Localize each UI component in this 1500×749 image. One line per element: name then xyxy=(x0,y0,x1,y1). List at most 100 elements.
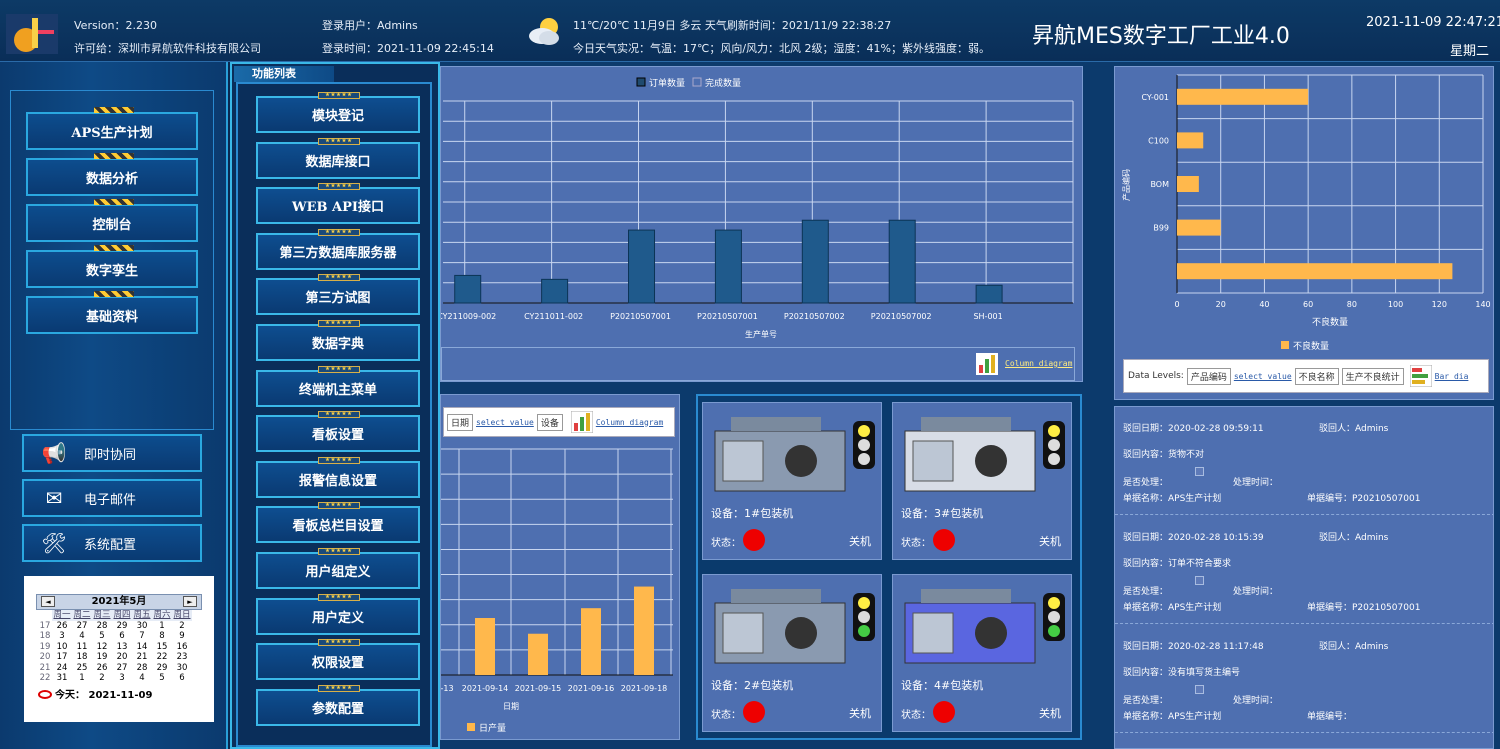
daily-column-diagram-link[interactable]: Column diagram xyxy=(596,418,663,427)
calendar-day[interactable]: 27 xyxy=(112,663,132,674)
email-button[interactable]: ✉ 电子邮件 xyxy=(22,479,202,517)
function-item-button[interactable]: ★★★★★ 用户组定义 xyxy=(256,548,420,589)
calendar-day[interactable]: 8 xyxy=(152,631,172,642)
device-tag[interactable]: 设备 xyxy=(536,413,563,431)
calendar-day[interactable]: 17 xyxy=(52,652,72,663)
calendar-day[interactable]: 15 xyxy=(152,642,172,653)
function-item-button[interactable]: ★★★★★ 终端机主菜单 xyxy=(256,365,420,407)
calendar-day[interactable]: 28 xyxy=(132,663,152,674)
calendar-today[interactable]: 今天： 2021-11-09 xyxy=(38,686,214,701)
calendar-day[interactable]: 7 xyxy=(132,631,152,642)
calendar-day[interactable]: 16 xyxy=(172,642,192,653)
select-value-link[interactable]: select value xyxy=(476,418,534,427)
calendar-day[interactable]: 5 xyxy=(92,631,112,642)
reject-doc-no: 单据编号：P20210507001 xyxy=(1307,494,1421,504)
calendar-day[interactable]: 27 xyxy=(72,621,92,632)
calendar-day[interactable]: 11 xyxy=(72,642,92,653)
function-item-button[interactable]: ★★★★★ 第三方试图 xyxy=(256,274,420,316)
function-item-label: 看板总栏目设置 xyxy=(292,519,384,535)
x-tick-label: 140 xyxy=(1475,300,1490,309)
order-column-diagram-link[interactable]: Column diagram xyxy=(1005,359,1072,368)
instant-collab-button[interactable]: 📢 即时协同 xyxy=(22,434,202,472)
calendar-day[interactable]: 31 xyxy=(52,673,72,684)
calendar-week-number: 18 xyxy=(39,631,51,641)
calendar-day[interactable]: 14 xyxy=(132,642,152,653)
version-label: Version：2.230 xyxy=(74,19,157,32)
menu-data-analysis-button[interactable]: 数据分析 xyxy=(26,153,198,196)
select-value-link[interactable]: select value xyxy=(1234,372,1292,381)
x-tick-label: 80 xyxy=(1347,300,1357,309)
system-config-button[interactable]: 🛠 系统配置 xyxy=(22,524,202,562)
calendar-day[interactable]: 3 xyxy=(112,673,132,684)
function-item-button[interactable]: ★★★★★ 看板总栏目设置 xyxy=(256,502,420,544)
function-item-label: 第三方试图 xyxy=(305,291,371,307)
function-item-button[interactable]: ★★★★★ 数据库接口 xyxy=(256,137,420,179)
calendar-day[interactable]: 29 xyxy=(152,663,172,674)
calendar-day[interactable]: 1 xyxy=(152,621,172,632)
calendar-day[interactable]: 21 xyxy=(132,652,152,663)
calendar-day[interactable]: 25 xyxy=(72,663,92,674)
calendar-day[interactable]: 23 xyxy=(172,652,192,663)
menu-digital-twin-button[interactable]: 数字孪生 xyxy=(26,245,198,288)
envelope-icon: ✉ xyxy=(45,486,63,510)
date-tag[interactable]: 日期 xyxy=(447,413,474,431)
stars-icon: ★★★★★ xyxy=(318,183,360,191)
calendar-day[interactable]: 2 xyxy=(92,673,112,684)
calendar-day[interactable]: 19 xyxy=(92,652,112,663)
calendar-day[interactable]: 22 xyxy=(152,652,172,663)
handled-checkbox[interactable] xyxy=(1195,467,1204,476)
device-card[interactable]: 设备：3#包装机 状态： 关机 xyxy=(892,402,1072,560)
calendar-day[interactable]: 26 xyxy=(92,663,112,674)
calendar-day[interactable]: 10 xyxy=(52,642,72,653)
calendar-day[interactable]: 20 xyxy=(112,652,132,663)
daily-bar xyxy=(528,633,548,675)
calendar-day[interactable]: 6 xyxy=(112,631,132,642)
calendar-day[interactable]: 18 xyxy=(72,652,92,663)
calendar-day[interactable]: 3 xyxy=(52,631,72,642)
calendar-day[interactable]: 4 xyxy=(132,673,152,684)
function-item-button[interactable]: ★★★★★ 权限设置 xyxy=(256,639,420,681)
device-name: 设备：3#包装机 xyxy=(901,507,984,520)
function-item-button[interactable]: ★★★★★ 用户定义 xyxy=(256,593,420,635)
function-item-button[interactable]: ★★★★★ 第三方数据库服务器 xyxy=(256,228,420,270)
calendar-day[interactable]: 2 xyxy=(172,621,192,632)
handled-checkbox[interactable] xyxy=(1195,576,1204,585)
device-card[interactable]: 设备：1#包装机 状态： 关机 xyxy=(702,402,882,560)
column-diagram-icon[interactable] xyxy=(976,353,998,375)
calendar-day[interactable]: 9 xyxy=(172,631,192,642)
calendar-day[interactable]: 28 xyxy=(92,621,112,632)
menu-base-data-button[interactable]: 基础资料 xyxy=(26,291,198,334)
signal-lamp xyxy=(1048,611,1060,623)
bar-diagram-icon[interactable] xyxy=(1409,365,1432,387)
calendar-prev-button[interactable]: ◄ xyxy=(41,596,55,607)
calendar-day[interactable]: 24 xyxy=(52,663,72,674)
bar-diagram-link[interactable]: Bar dia xyxy=(1435,372,1469,381)
calendar-day[interactable]: 26 xyxy=(52,621,72,632)
function-item-button[interactable]: ★★★★★ 看板设置 xyxy=(256,411,420,453)
menu-console-button[interactable]: 控制台 xyxy=(26,199,198,242)
calendar-day[interactable]: 4 xyxy=(72,631,92,642)
handled-checkbox[interactable] xyxy=(1195,685,1204,694)
function-item-button[interactable]: ★★★★★ 数据字典 xyxy=(256,320,420,361)
function-item-button[interactable]: ★★★★★ WEB API接口 xyxy=(256,183,420,225)
calendar-day[interactable]: 30 xyxy=(132,621,152,632)
menu-aps-plan-button[interactable]: APS生产计划 xyxy=(26,107,198,150)
calendar-day[interactable]: 30 xyxy=(172,663,192,674)
defect-name-tag[interactable]: 不良名称 xyxy=(1294,367,1339,385)
calendar-day[interactable]: 29 xyxy=(112,621,132,632)
function-item-button[interactable]: ★★★★★ 模块登记 xyxy=(256,92,420,133)
calendar-day[interactable]: 12 xyxy=(92,642,112,653)
defect-stats-tag[interactable]: 生产不良统计 xyxy=(1341,367,1404,385)
reject-handle-time: 处理时间： xyxy=(1233,587,1279,597)
calendar-day[interactable]: 13 xyxy=(112,642,132,653)
device-card[interactable]: 设备：4#包装机 状态： 关机 xyxy=(892,574,1072,732)
product-code-tag[interactable]: 产品编码 xyxy=(1186,367,1231,385)
column-diagram-icon[interactable] xyxy=(570,411,593,433)
function-item-button[interactable]: ★★★★★ 参数配置 xyxy=(256,684,420,726)
function-item-button[interactable]: ★★★★★ 报警信息设置 xyxy=(256,456,420,498)
calendar-next-button[interactable]: ► xyxy=(183,596,197,607)
calendar-day[interactable]: 1 xyxy=(72,673,92,684)
calendar-day[interactable]: 5 xyxy=(152,673,172,684)
device-card[interactable]: 设备：2#包装机 状态： 关机 xyxy=(702,574,882,732)
calendar-day[interactable]: 6 xyxy=(172,673,192,684)
